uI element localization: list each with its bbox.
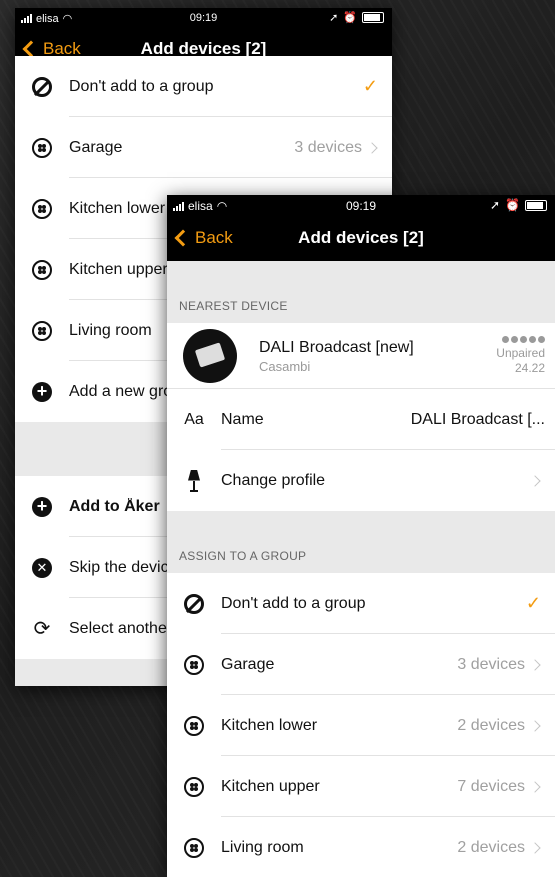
group-device-count: 3 devices [457,655,525,673]
chevron-right-icon [529,474,541,487]
group-label: Living room [221,838,304,856]
group-row-no-group[interactable]: Don't add to a group ✓ [15,56,392,117]
nav-bar: Back Add devices [2] [167,219,555,261]
signal-strength-icon [496,336,545,343]
group-row-no-group[interactable]: Don't add to a group ✓ [167,573,555,634]
chevron-right-icon [529,658,541,671]
group-label: Kitchen lower [221,716,318,734]
status-bar: elisa ◠ 09:19 ➚ ⏰ [167,195,555,219]
alarm-icon: ⏰ [343,12,357,24]
name-value: DALI Broadcast [... [410,410,545,428]
no-group-icon [32,76,52,97]
group-icon [184,654,204,675]
group-device-count: 7 devices [457,777,525,795]
group-row-garage[interactable]: Garage 3 devices [15,117,392,178]
chevron-right-icon [529,841,541,854]
device-name: DALI Broadcast [new] [259,338,414,356]
group-icon [184,837,204,858]
group-icon [32,320,52,341]
alarm-icon: ⏰ [505,198,520,212]
location-icon: ➚ [489,198,501,212]
change-profile-label: Change profile [221,471,326,489]
name-label: Name [221,410,264,428]
front-phone-screen: elisa ◠ 09:19 ➚ ⏰ Back Add devices [2] N… [167,195,555,877]
battery-icon [525,199,547,211]
plus-circle-icon: + [32,381,52,402]
chevron-right-icon [529,780,541,793]
group-row-kitchen-lower[interactable]: Kitchen lower 2 devices [167,695,555,756]
group-label: Garage [69,138,123,156]
nearest-device-row[interactable]: DALI Broadcast [new] Casambi Unpaired 24… [167,323,555,389]
group-row-kitchen-upper[interactable]: Kitchen upper 7 devices [167,756,555,817]
plus-circle-icon: + [32,496,52,517]
arrows-cycle-icon: ⟳ [33,618,51,640]
group-device-count: 2 devices [457,838,525,856]
group-row-living-room[interactable]: Living room 2 devices [167,817,555,877]
no-group-icon [184,593,204,614]
group-label: Don't add to a group [221,594,366,612]
assign-group-header: ASSIGN TO A GROUP [167,511,555,573]
page-title: Add devices [2] [298,228,424,247]
group-label: Garage [221,655,275,673]
group-icon [32,198,52,219]
group-label: Don't add to a group [69,77,214,95]
checkmark-icon: ✓ [362,76,378,96]
battery-icon [362,12,384,23]
group-device-count: 3 devices [294,138,362,156]
group-row-garage[interactable]: Garage 3 devices [167,634,555,695]
device-status: Unpaired [496,346,545,360]
nearest-device-header: NEAREST DEVICE [167,261,555,323]
change-profile-row[interactable]: Change profile [167,450,555,511]
location-icon: ➚ [329,12,339,24]
chevron-right-icon [366,141,378,154]
section-header-label: NEAREST DEVICE [179,299,288,313]
name-row[interactable]: Aa Name DALI Broadcast [... [167,389,555,450]
group-icon [184,776,204,797]
device-vendor: Casambi [259,358,311,374]
x-circle-icon: ✕ [32,557,52,578]
lamp-icon [187,470,201,492]
checkmark-icon: ✓ [525,593,541,613]
group-device-count: 2 devices [457,716,525,734]
status-bar: elisa ◠ 09:19 ➚ ⏰ [15,8,392,30]
device-value: 24.22 [514,361,545,375]
device-avatar [183,329,237,383]
text-aa-icon: Aa [184,410,204,428]
section-header-label: ASSIGN TO A GROUP [179,549,307,563]
group-icon [32,137,52,158]
group-icon [184,715,204,736]
group-icon [32,259,52,280]
chevron-right-icon [529,719,541,732]
group-label: Kitchen upper [221,777,320,795]
